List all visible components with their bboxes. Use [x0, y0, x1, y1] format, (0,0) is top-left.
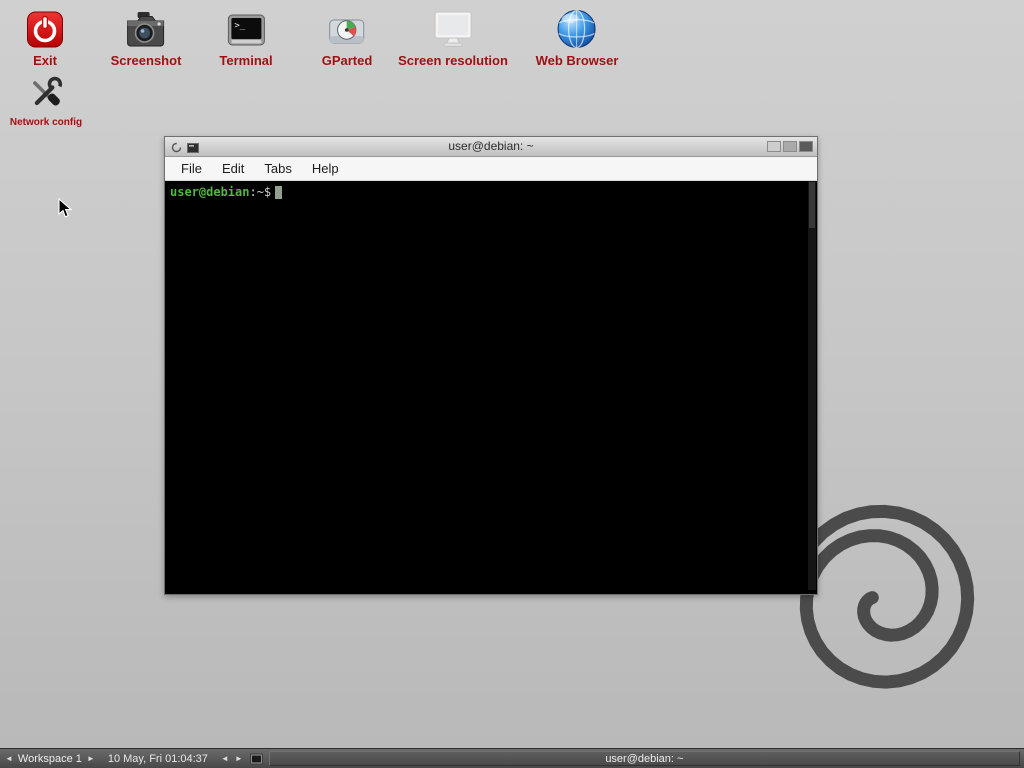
monitor-icon: [430, 4, 476, 50]
menu-file[interactable]: File: [171, 158, 212, 179]
menu-edit[interactable]: Edit: [212, 158, 254, 179]
power-icon: [26, 4, 64, 50]
desktop-icon-screenshot[interactable]: Screenshot: [111, 4, 182, 68]
prompt-path: :~$: [249, 185, 271, 199]
desktop-icon-screen-resolution[interactable]: Screen resolution: [398, 4, 508, 68]
desktop-icon-label: Terminal: [219, 53, 272, 68]
task-app-icon[interactable]: [246, 753, 267, 765]
window-title: user@debian: ~: [165, 139, 817, 153]
terminal-cursor: [275, 186, 282, 199]
terminal-screen[interactable]: user@debian:~$: [166, 181, 816, 590]
terminal-icon: >_: [226, 4, 266, 50]
menu-help[interactable]: Help: [302, 158, 349, 179]
close-button[interactable]: [799, 141, 813, 152]
desktop-icon-terminal[interactable]: >_ Terminal: [219, 4, 272, 68]
workspace-prev-arrow[interactable]: ◄: [2, 754, 16, 763]
svg-text:>_: >_: [234, 21, 245, 31]
desktop-icon-label: Web Browser: [536, 53, 619, 68]
desktop-icon-gparted[interactable]: GParted: [322, 4, 373, 68]
taskbar: ◄ Workspace 1 ► 10 May, Fri 01:04:37 ◄ ►…: [0, 748, 1024, 768]
clock: 10 May, Fri 01:04:37: [98, 753, 218, 765]
workspace-label[interactable]: Workspace 1: [16, 753, 84, 765]
desktop: Exit Screenshot >_ Terminal: [0, 0, 1024, 768]
globe-icon: [556, 4, 598, 50]
terminal-menubar: File Edit Tabs Help: [165, 157, 817, 181]
tasklist-prev-arrow[interactable]: ◄: [218, 754, 232, 763]
terminal-window[interactable]: user@debian: ~ File Edit Tabs Help user@…: [164, 136, 818, 595]
maximize-button[interactable]: [783, 141, 797, 152]
desktop-icon-exit[interactable]: Exit: [26, 4, 64, 68]
task-button-label: user@debian: ~: [605, 753, 683, 765]
mouse-cursor: [58, 198, 74, 225]
menu-tabs[interactable]: Tabs: [254, 158, 301, 179]
tools-icon: [26, 74, 66, 114]
scrollbar-thumb[interactable]: [809, 182, 815, 228]
minimize-button[interactable]: [767, 141, 781, 152]
task-button[interactable]: user@debian: ~: [269, 751, 1020, 766]
camera-icon: [124, 4, 168, 50]
workspace-next-arrow[interactable]: ►: [84, 754, 98, 763]
tasklist-next-arrow[interactable]: ►: [232, 754, 246, 763]
desktop-icon-label: GParted: [322, 53, 373, 68]
desktop-icon-web-browser[interactable]: Web Browser: [536, 4, 619, 68]
terminal-scrollbar[interactable]: [808, 181, 816, 590]
prompt-user: user@debian: [170, 185, 249, 199]
desktop-icon-label: Screenshot: [111, 53, 182, 68]
desktop-icon-label: Network config: [10, 117, 82, 128]
desktop-icon-network-config[interactable]: Network config: [10, 74, 82, 128]
desktop-icon-label: Exit: [33, 53, 57, 68]
desktop-icon-label: Screen resolution: [398, 53, 508, 68]
window-titlebar[interactable]: user@debian: ~: [165, 137, 817, 157]
terminal-prompt-line: user@debian:~$: [166, 181, 816, 199]
disk-partition-icon: [326, 4, 368, 50]
